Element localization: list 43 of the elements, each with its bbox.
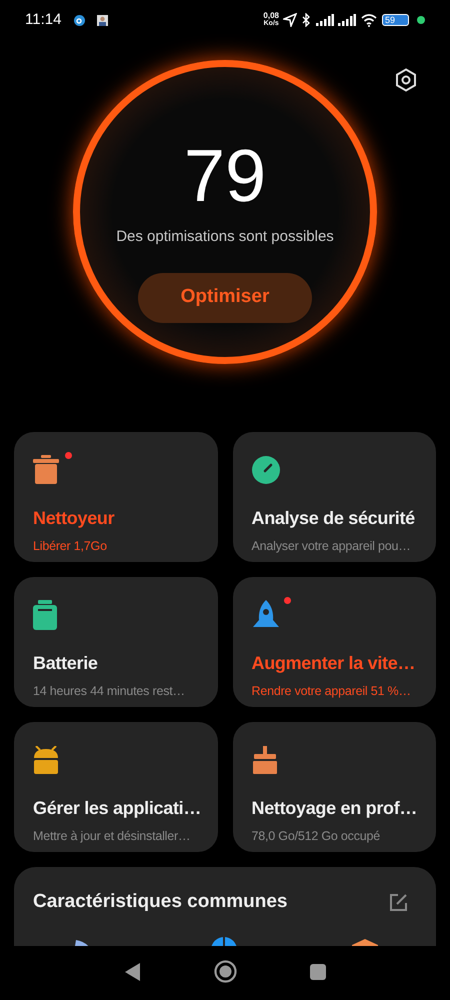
bluetooth-icon [302, 13, 311, 27]
tile-subtitle: Rendre votre appareil 51 %… [252, 683, 412, 700]
feature-tile[interactable]: Nettoyage en prof… 78,0 Go/512 Go occupé [232, 722, 436, 852]
feature-tile[interactable]: Batterie 14 heures 44 minutes rest… [14, 577, 218, 707]
tile-title: Nettoyeur [33, 507, 116, 530]
contact-notification-icon [97, 14, 108, 26]
android-icon [33, 746, 59, 774]
feature-tile[interactable]: Analyse de sécurité Analyser votre appareil pou… [232, 432, 436, 562]
feature-tile[interactable]: Nettoyeur Libérer 1,7Go [14, 432, 218, 562]
battery-icon [33, 600, 57, 630]
battery-indicator: 59 [382, 14, 409, 26]
signal-icon [338, 14, 356, 26]
signal-icon [316, 14, 334, 26]
location-icon [283, 13, 297, 27]
tile-subtitle: Mettre à jour et désinstaller… [33, 828, 192, 845]
clock: 11:14 [25, 10, 62, 30]
feature-tile[interactable]: Augmenter la vite… Rendre votre appareil 51 %… [232, 577, 436, 707]
network-speed: 0,08 [263, 12, 279, 20]
feature-tile[interactable]: Gérer les applicati… Mettre à jour et désinstaller… [14, 722, 218, 852]
back-icon[interactable] [124, 962, 140, 980]
tile-title: Analyse de sécurité [252, 507, 416, 530]
home-icon[interactable] [214, 960, 236, 983]
tile-title: Batterie [33, 652, 99, 675]
edit-icon[interactable] [389, 892, 408, 912]
tile-title: Augmenter la vite… [252, 652, 416, 675]
section-title: Caractéristiques communes [33, 890, 288, 914]
tile-title: Nettoyage en prof… [252, 797, 418, 820]
score-message: Des optimisations sont possibles [116, 227, 334, 247]
brush-icon [252, 746, 278, 774]
app-notification-icon [74, 14, 86, 26]
tile-subtitle: Analyser votre appareil pou… [252, 538, 412, 555]
rocket-icon [252, 600, 280, 630]
wifi-icon [361, 14, 377, 26]
tile-subtitle: 78,0 Go/512 Go occupé [252, 828, 382, 845]
settings-icon[interactable] [395, 68, 417, 92]
recents-icon[interactable] [310, 964, 326, 980]
score-value: 79 [184, 136, 266, 216]
optimize-button[interactable]: Optimiser [138, 272, 312, 322]
tile-subtitle: 14 heures 44 minutes rest… [33, 683, 186, 700]
pot-icon [33, 455, 59, 485]
tile-title: Gérer les applicati… [33, 797, 202, 820]
gauge-icon [252, 456, 280, 484]
tile-subtitle: Libérer 1,7Go [33, 538, 108, 555]
